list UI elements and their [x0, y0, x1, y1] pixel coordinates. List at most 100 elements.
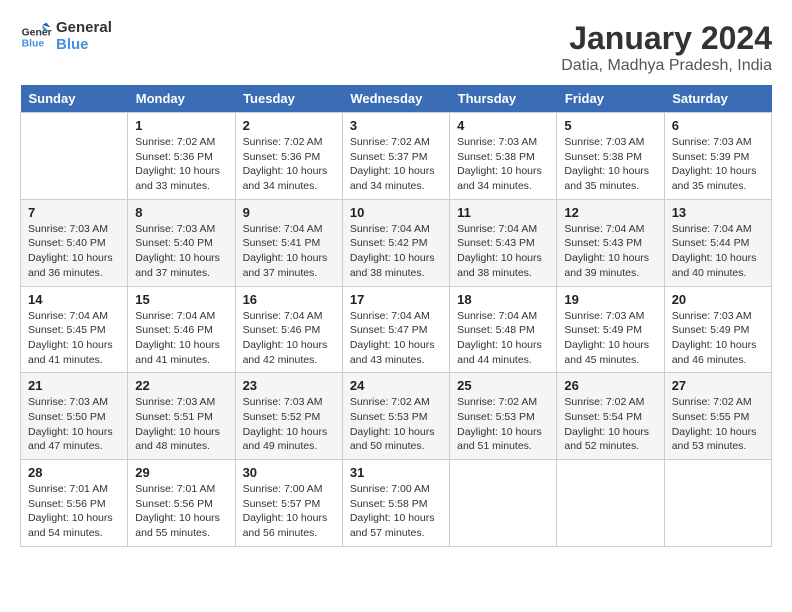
day-number: 15: [135, 292, 227, 307]
day-number: 6: [672, 118, 764, 133]
calendar-cell: 28Sunrise: 7:01 AM Sunset: 5:56 PM Dayli…: [21, 460, 128, 547]
header: General Blue General Blue January 2024 D…: [20, 20, 772, 75]
calendar-cell: 15Sunrise: 7:04 AM Sunset: 5:46 PM Dayli…: [128, 286, 235, 373]
calendar-table: SundayMondayTuesdayWednesdayThursdayFrid…: [20, 85, 772, 547]
day-info: Sunrise: 7:00 AM Sunset: 5:57 PM Dayligh…: [243, 482, 335, 541]
calendar-day-header: Monday: [128, 85, 235, 113]
day-number: 7: [28, 205, 120, 220]
day-number: 5: [564, 118, 656, 133]
calendar-cell: 18 Sunrise: 7:04 AM Sunset: 5:48 PM Dayli…: [450, 286, 557, 373]
calendar-cell: 24 Sunrise: 7:02 AM Sunset: 5:53 PM Dayli…: [342, 373, 449, 460]
calendar-cell: 5 Sunrise: 7:03 AM Sunset: 5:38 PM Daylig…: [557, 113, 664, 200]
day-info: Sunrise: 7:04 AM Sunset: 5:43 PM Dayligh…: [457, 222, 549, 281]
day-info: Sunrise: 7:03 AM Sunset: 5:49 PM Dayligh…: [672, 309, 764, 368]
calendar-cell: 8Sunrise: 7:03 AM Sunset: 5:40 PM Daylig…: [128, 199, 235, 286]
main-title: January 2024: [561, 20, 772, 57]
calendar-cell: 10Sunrise: 7:04 AM Sunset: 5:42 PM Dayli…: [342, 199, 449, 286]
calendar-cell: 13 Sunrise: 7:04 AM Sunset: 5:44 PM Dayli…: [664, 199, 771, 286]
day-number: 18: [457, 292, 549, 307]
day-number: 19: [564, 292, 656, 307]
day-number: 30: [243, 465, 335, 480]
day-number: 21: [28, 378, 120, 393]
calendar-cell: 19 Sunrise: 7:03 AM Sunset: 5:49 PM Dayli…: [557, 286, 664, 373]
day-number: 20: [672, 292, 764, 307]
logo: General Blue General Blue: [20, 20, 112, 53]
day-info: Sunrise: 7:04 AM Sunset: 5:47 PM Dayligh…: [350, 309, 442, 368]
day-info: Sunrise: 7:04 AM Sunset: 5:48 PM Dayligh…: [457, 309, 549, 368]
calendar-week-row: 1Sunrise: 7:02 AM Sunset: 5:36 PM Daylig…: [21, 113, 772, 200]
day-number: 3: [350, 118, 442, 133]
day-info: Sunrise: 7:03 AM Sunset: 5:52 PM Dayligh…: [243, 395, 335, 454]
day-info: Sunrise: 7:04 AM Sunset: 5:43 PM Dayligh…: [564, 222, 656, 281]
calendar-cell: 26 Sunrise: 7:02 AM Sunset: 5:54 PM Dayli…: [557, 373, 664, 460]
calendar-cell: 20 Sunrise: 7:03 AM Sunset: 5:49 PM Dayli…: [664, 286, 771, 373]
day-info: Sunrise: 7:04 AM Sunset: 5:44 PM Dayligh…: [672, 222, 764, 281]
calendar-cell: 16 Sunrise: 7:04 AM Sunset: 5:46 PM Dayli…: [235, 286, 342, 373]
day-info: Sunrise: 7:02 AM Sunset: 5:53 PM Dayligh…: [350, 395, 442, 454]
calendar-cell: 23 Sunrise: 7:03 AM Sunset: 5:52 PM Dayli…: [235, 373, 342, 460]
day-number: 29: [135, 465, 227, 480]
calendar-cell: 14 Sunrise: 7:04 AM Sunset: 5:45 PM Dayli…: [21, 286, 128, 373]
day-info: Sunrise: 7:04 AM Sunset: 5:45 PM Dayligh…: [28, 309, 120, 368]
day-info: Sunrise: 7:02 AM Sunset: 5:53 PM Dayligh…: [457, 395, 549, 454]
day-info: Sunrise: 7:02 AM Sunset: 5:36 PM Dayligh…: [135, 135, 227, 194]
calendar-cell: [664, 460, 771, 547]
calendar-cell: 7 Sunrise: 7:03 AM Sunset: 5:40 PM Daylig…: [21, 199, 128, 286]
day-info: Sunrise: 7:03 AM Sunset: 5:40 PM Dayligh…: [28, 222, 120, 281]
calendar-header-row: SundayMondayTuesdayWednesdayThursdayFrid…: [21, 85, 772, 113]
title-area: January 2024 Datia, Madhya Pradesh, Indi…: [561, 20, 772, 75]
calendar-day-header: Saturday: [664, 85, 771, 113]
calendar-day-header: Tuesday: [235, 85, 342, 113]
calendar-week-row: 14 Sunrise: 7:04 AM Sunset: 5:45 PM Dayli…: [21, 286, 772, 373]
subtitle: Datia, Madhya Pradesh, India: [561, 57, 772, 75]
calendar-cell: 12Sunrise: 7:04 AM Sunset: 5:43 PM Dayli…: [557, 199, 664, 286]
day-info: Sunrise: 7:04 AM Sunset: 5:46 PM Dayligh…: [243, 309, 335, 368]
day-number: 13: [672, 205, 764, 220]
calendar-cell: 1Sunrise: 7:02 AM Sunset: 5:36 PM Daylig…: [128, 113, 235, 200]
calendar-cell: 9 Sunrise: 7:04 AM Sunset: 5:41 PM Daylig…: [235, 199, 342, 286]
calendar-cell: 3Sunrise: 7:02 AM Sunset: 5:37 PM Daylig…: [342, 113, 449, 200]
calendar-cell: 6Sunrise: 7:03 AM Sunset: 5:39 PM Daylig…: [664, 113, 771, 200]
day-info: Sunrise: 7:03 AM Sunset: 5:38 PM Dayligh…: [564, 135, 656, 194]
day-number: 11: [457, 205, 549, 220]
day-info: Sunrise: 7:03 AM Sunset: 5:40 PM Dayligh…: [135, 222, 227, 281]
calendar-cell: 22Sunrise: 7:03 AM Sunset: 5:51 PM Dayli…: [128, 373, 235, 460]
calendar-week-row: 28Sunrise: 7:01 AM Sunset: 5:56 PM Dayli…: [21, 460, 772, 547]
calendar-cell: [21, 113, 128, 200]
day-info: Sunrise: 7:02 AM Sunset: 5:36 PM Dayligh…: [243, 135, 335, 194]
day-number: 23: [243, 378, 335, 393]
calendar-cell: [450, 460, 557, 547]
day-number: 17: [350, 292, 442, 307]
day-info: Sunrise: 7:01 AM Sunset: 5:56 PM Dayligh…: [28, 482, 120, 541]
day-info: Sunrise: 7:03 AM Sunset: 5:38 PM Dayligh…: [457, 135, 549, 194]
calendar-day-header: Thursday: [450, 85, 557, 113]
calendar-cell: 11 Sunrise: 7:04 AM Sunset: 5:43 PM Dayli…: [450, 199, 557, 286]
calendar-week-row: 21 Sunrise: 7:03 AM Sunset: 5:50 PM Dayli…: [21, 373, 772, 460]
calendar-cell: [557, 460, 664, 547]
day-info: Sunrise: 7:02 AM Sunset: 5:54 PM Dayligh…: [564, 395, 656, 454]
calendar-cell: 31Sunrise: 7:00 AM Sunset: 5:58 PM Dayli…: [342, 460, 449, 547]
logo-icon: General Blue: [20, 21, 52, 53]
day-number: 26: [564, 378, 656, 393]
calendar-cell: 4Sunrise: 7:03 AM Sunset: 5:38 PM Daylig…: [450, 113, 557, 200]
day-info: Sunrise: 7:04 AM Sunset: 5:41 PM Dayligh…: [243, 222, 335, 281]
day-info: Sunrise: 7:01 AM Sunset: 5:56 PM Dayligh…: [135, 482, 227, 541]
calendar-day-header: Wednesday: [342, 85, 449, 113]
day-number: 22: [135, 378, 227, 393]
calendar-cell: 17 Sunrise: 7:04 AM Sunset: 5:47 PM Dayli…: [342, 286, 449, 373]
day-number: 9: [243, 205, 335, 220]
day-number: 24: [350, 378, 442, 393]
day-info: Sunrise: 7:00 AM Sunset: 5:58 PM Dayligh…: [350, 482, 442, 541]
day-info: Sunrise: 7:03 AM Sunset: 5:49 PM Dayligh…: [564, 309, 656, 368]
calendar-cell: 27Sunrise: 7:02 AM Sunset: 5:55 PM Dayli…: [664, 373, 771, 460]
svg-text:General: General: [22, 27, 52, 38]
day-info: Sunrise: 7:03 AM Sunset: 5:50 PM Dayligh…: [28, 395, 120, 454]
calendar-cell: 30 Sunrise: 7:00 AM Sunset: 5:57 PM Dayli…: [235, 460, 342, 547]
calendar-body: 1Sunrise: 7:02 AM Sunset: 5:36 PM Daylig…: [21, 113, 772, 547]
calendar-day-header: Sunday: [21, 85, 128, 113]
day-info: Sunrise: 7:04 AM Sunset: 5:42 PM Dayligh…: [350, 222, 442, 281]
day-number: 27: [672, 378, 764, 393]
day-number: 16: [243, 292, 335, 307]
day-number: 14: [28, 292, 120, 307]
day-number: 25: [457, 378, 549, 393]
